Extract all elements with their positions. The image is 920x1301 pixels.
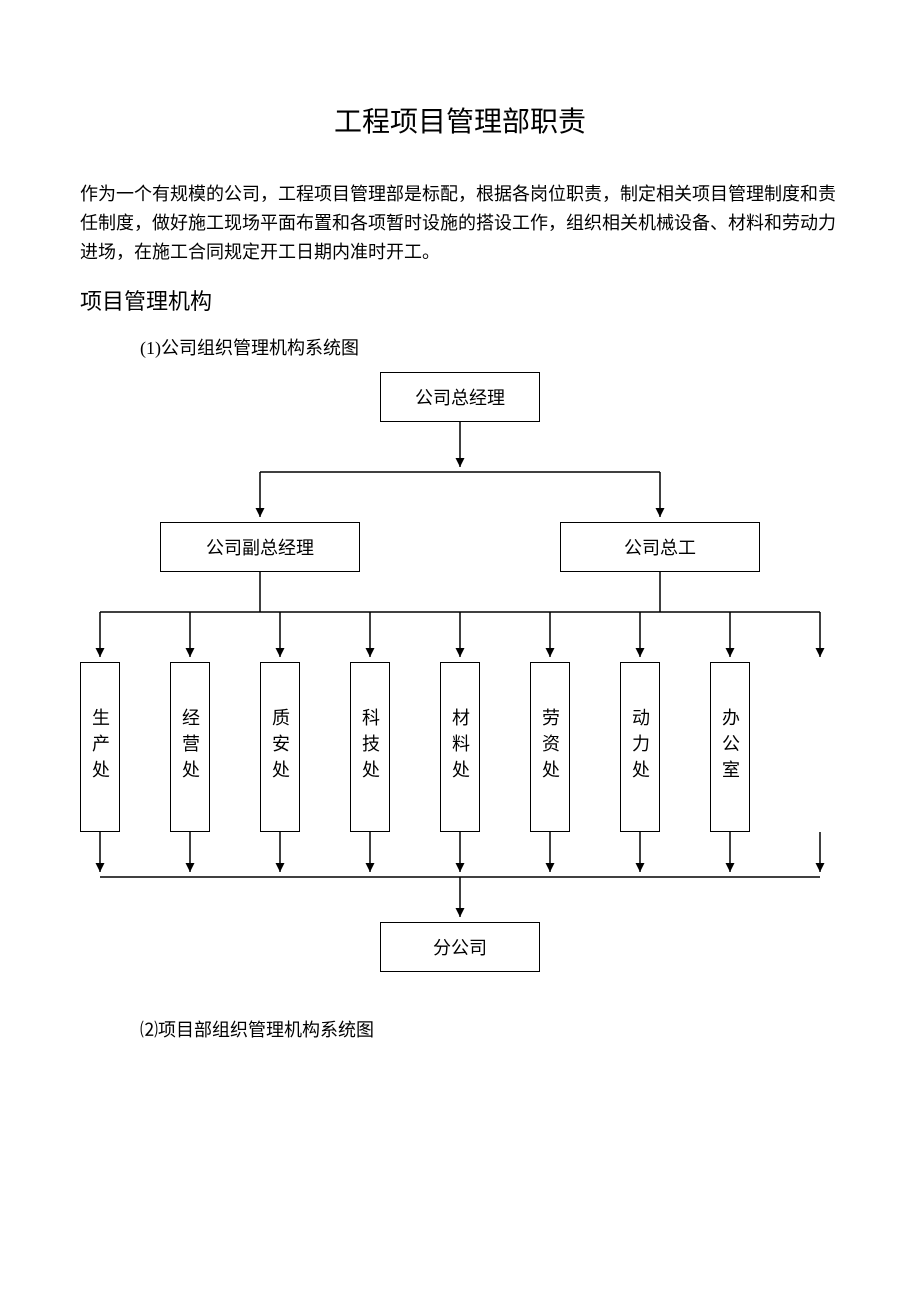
node-dept-1: 经营处 (170, 662, 210, 832)
node-dept-5: 劳资处 (530, 662, 570, 832)
node-mid-right: 公司总工 (560, 522, 760, 572)
node-bottom: 分公司 (380, 922, 540, 972)
node-dept-0: 生产处 (80, 662, 120, 832)
node-dept-7: 办公室 (710, 662, 750, 832)
node-top: 公司总经理 (380, 372, 540, 422)
node-mid-left: 公司副总经理 (160, 522, 360, 572)
node-dept-3: 科技处 (350, 662, 390, 832)
node-dept-4: 材料处 (440, 662, 480, 832)
section-heading: 项目管理机构 (80, 284, 840, 316)
node-dept-2: 质安处 (260, 662, 300, 832)
sub-heading-2: ⑵项目部组织管理机构系统图 (140, 1016, 840, 1042)
page-title: 工程项目管理部职责 (80, 100, 840, 140)
node-dept-6: 动力处 (620, 662, 660, 832)
org-chart-diagram: 公司总经理 公司副总经理 公司总工 生产处 经营处 质安处 科技处 材料处 劳资… (80, 372, 840, 992)
sub-heading-1: (1)公司组织管理机构系统图 (140, 334, 840, 360)
intro-paragraph: 作为一个有规模的公司，工程项目管理部是标配，根据各岗位职责，制定相关项目管理制度… (80, 180, 840, 266)
